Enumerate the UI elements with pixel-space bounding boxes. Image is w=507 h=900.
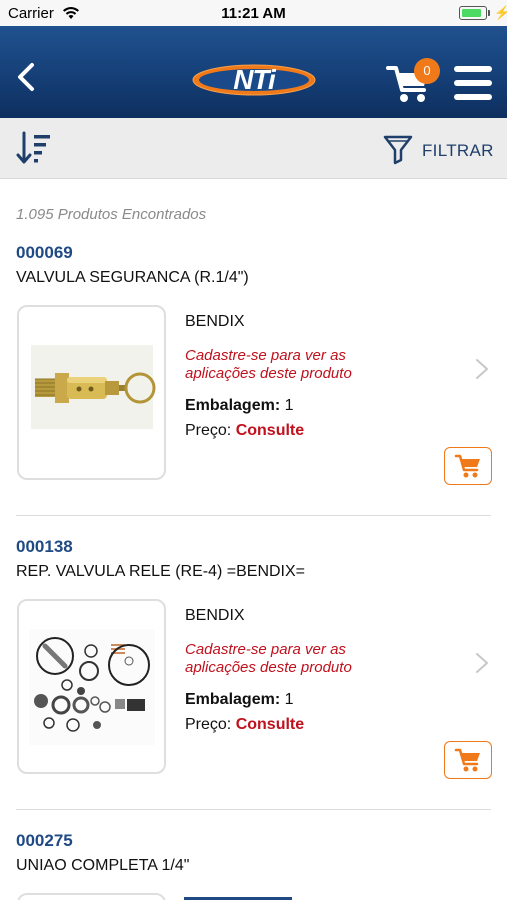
product-price: Preço: Consulte	[185, 716, 304, 734]
status-bar: Carrier 11:21 AM ⚡	[0, 0, 507, 26]
add-to-cart-icon	[454, 454, 480, 478]
packaging-value: 1	[284, 397, 294, 414]
packaging-value: 1	[284, 691, 294, 708]
menu-icon-bar	[454, 94, 492, 100]
product-name: UNIAO COMPLETA 1/4"	[16, 857, 190, 874]
chevron-right-icon[interactable]	[474, 652, 490, 674]
filter-icon	[383, 135, 413, 165]
price-value: Consulte	[235, 422, 305, 439]
product-image[interactable]	[17, 305, 166, 480]
toolbar: FILTRAR	[0, 118, 507, 179]
menu-button[interactable]	[454, 66, 492, 100]
product-image[interactable]	[17, 893, 166, 900]
packaging-label: Embalagem:	[185, 397, 281, 414]
results-count: 1.095 Produtos Encontrados	[16, 206, 207, 223]
app-header: NTi 0	[0, 26, 507, 118]
product-code: 000069	[16, 243, 73, 262]
product-name: VALVULA SEGURANCA (R.1/4")	[16, 269, 249, 286]
divider	[16, 515, 491, 516]
menu-icon-bar	[454, 66, 492, 72]
menu-icon-bar	[454, 80, 492, 86]
nti-logo: NTi	[192, 64, 316, 96]
add-to-cart-button[interactable]	[444, 447, 492, 485]
battery-tip	[488, 10, 490, 16]
price-value: Consulte	[235, 716, 305, 733]
product-code: 000138	[16, 537, 73, 556]
product-card[interactable]: 000275 UNIAO COMPLETA 1/4"	[0, 831, 507, 900]
register-notice[interactable]: Cadastre-se para ver as aplicações deste…	[185, 347, 405, 383]
product-name: REP. VALVULA RELE (RE-4) =BENDIX=	[16, 563, 306, 580]
add-to-cart-button[interactable]	[444, 741, 492, 779]
safety-valve-image	[31, 345, 156, 429]
cart-count-badge: 0	[414, 58, 440, 84]
price-label: Preço:	[185, 422, 232, 439]
battery-level	[462, 9, 481, 17]
register-notice[interactable]: Cadastre-se para ver as aplicações deste…	[185, 641, 405, 677]
back-button[interactable]	[10, 60, 44, 94]
product-price: Preço: Consulte	[185, 422, 304, 440]
product-packaging: Embalagem: 1	[185, 397, 294, 415]
charging-icon: ⚡	[494, 5, 507, 20]
packaging-label: Embalagem:	[185, 691, 281, 708]
filter-button[interactable]: FILTRAR	[382, 131, 496, 167]
product-code: 000275	[16, 831, 73, 850]
product-packaging: Embalagem: 1	[185, 691, 294, 709]
product-brand: BENDIX	[185, 313, 245, 330]
product-image[interactable]	[17, 599, 166, 774]
product-card[interactable]: 000069 VALVULA SEGURANCA (R.1/4") BENDIX…	[0, 243, 507, 537]
add-to-cart-icon	[454, 748, 480, 772]
chevron-right-icon[interactable]	[474, 358, 490, 380]
product-brand: BENDIX	[185, 607, 245, 624]
battery-icon	[459, 6, 487, 20]
svg-text:NTi: NTi	[233, 64, 277, 95]
price-label: Preço:	[185, 716, 232, 733]
filter-label: FILTRAR	[422, 141, 494, 160]
clock: 11:21 AM	[221, 5, 286, 22]
divider	[16, 809, 491, 810]
product-card[interactable]: 000138 REP. VALVULA RELE (RE-4) =BENDIX=	[0, 537, 507, 831]
valve-repair-kit-image	[29, 629, 155, 745]
sort-button[interactable]	[16, 130, 52, 166]
